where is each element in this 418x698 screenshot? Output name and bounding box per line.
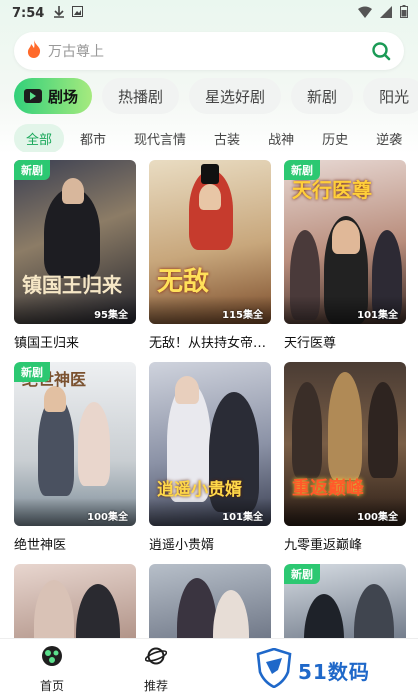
nav-label: 首页 xyxy=(39,679,64,693)
drama-card[interactable]: 镇国王归来 新剧 95集全 镇国王归来 xyxy=(14,160,136,351)
category-history[interactable]: 历史 xyxy=(310,124,360,152)
drama-title: 天行医尊 xyxy=(284,336,337,351)
poster-art-text: 无敌 xyxy=(157,267,210,297)
drama-poster: 新剧 xyxy=(284,564,406,638)
tab-theater[interactable]: 剧场 xyxy=(14,78,93,114)
drama-poster: 绝世神医 新剧 100集全 xyxy=(14,362,136,526)
drama-title: 镇国王归来 xyxy=(14,336,80,351)
drama-title: 无敌！从扶持女帝开始 xyxy=(149,336,271,351)
tab-label: 星选好剧 xyxy=(205,87,266,106)
search-input[interactable]: 万古尊上 xyxy=(48,41,370,61)
shield-logo-icon xyxy=(256,647,292,692)
new-badge: 新剧 xyxy=(14,160,50,180)
status-icons xyxy=(358,5,408,22)
drama-card[interactable] xyxy=(149,564,271,638)
new-badge: 新剧 xyxy=(14,362,50,382)
tv-icon xyxy=(24,89,42,103)
category-city[interactable]: 都市 xyxy=(68,124,118,152)
category-comeback[interactable]: 逆袭 xyxy=(364,124,414,152)
status-time: 7:54 xyxy=(12,5,45,21)
signal-icon xyxy=(380,5,392,22)
drama-grid: 镇国王归来 新剧 95集全 镇国王归来 无敌 115集全 无敌！从扶持女帝开始 … xyxy=(14,160,406,638)
drama-poster: 镇国王归来 新剧 95集全 xyxy=(14,160,136,324)
search-icon[interactable] xyxy=(370,40,392,62)
drama-card[interactable]: 重返巅峰 100集全 九零重返巅峰 xyxy=(284,362,406,553)
category-war-god[interactable]: 战神 xyxy=(256,124,306,152)
battery-icon xyxy=(400,5,408,22)
drama-card[interactable]: 无敌 115集全 无敌！从扶持女帝开始 xyxy=(149,160,271,351)
main-tabs: 剧场 热播剧 星选好剧 新剧 阳光 xyxy=(14,78,418,114)
drama-title: 逍遥小贵婿 xyxy=(149,538,215,553)
tab-label: 新剧 xyxy=(307,87,338,106)
poster-art-text: 镇国王归来 xyxy=(22,273,122,297)
drama-poster: 逍遥小贵婿 101集全 xyxy=(149,362,271,526)
home-icon xyxy=(41,645,63,671)
drama-title: 绝世神医 xyxy=(14,538,67,553)
category-all[interactable]: 全部 xyxy=(14,124,65,152)
wifi-icon xyxy=(358,6,372,22)
tab-label: 剧场 xyxy=(48,87,79,106)
drama-poster xyxy=(14,564,136,638)
tab-new[interactable]: 新剧 xyxy=(291,78,354,114)
planet-icon xyxy=(144,645,168,671)
drama-title: 九零重返巅峰 xyxy=(284,538,363,553)
episode-count: 100集全 xyxy=(87,512,128,523)
nav-recommend[interactable]: 推荐 xyxy=(126,645,186,694)
poster-art-text: 重返巅峰 xyxy=(292,478,364,499)
drama-poster: 无敌 115集全 xyxy=(149,160,271,324)
new-badge: 新剧 xyxy=(284,564,320,584)
episode-count: 115集全 xyxy=(222,310,263,321)
download-icon xyxy=(54,5,65,21)
category-tabs: 全部 都市 现代言情 古装 战神 历史 逆袭 xyxy=(14,124,418,152)
status-bar: 7:54 xyxy=(0,0,418,26)
image-notification-icon xyxy=(72,6,84,20)
category-costume[interactable]: 古装 xyxy=(202,124,252,152)
drama-poster xyxy=(149,564,271,638)
tab-label: 热播剧 xyxy=(118,87,164,106)
episode-count: 101集全 xyxy=(222,512,263,523)
tab-sunshine[interactable]: 阳光 xyxy=(363,78,418,114)
tab-label: 阳光 xyxy=(379,87,410,106)
drama-card[interactable] xyxy=(14,564,136,638)
watermark: 51数码 xyxy=(256,647,370,692)
drama-card[interactable]: 新剧 xyxy=(284,564,406,638)
tab-hot[interactable]: 热播剧 xyxy=(102,78,180,114)
drama-card[interactable]: 绝世神医 新剧 100集全 绝世神医 xyxy=(14,362,136,553)
new-badge: 新剧 xyxy=(284,160,320,180)
drama-poster: 重返巅峰 100集全 xyxy=(284,362,406,526)
search-bar[interactable]: 万古尊上 xyxy=(14,32,404,70)
drama-poster: 天行医尊 新剧 101集全 xyxy=(284,160,406,324)
episode-count: 95集全 xyxy=(94,310,128,321)
nav-label: 推荐 xyxy=(143,679,168,693)
watermark-text: 51数码 xyxy=(298,659,370,684)
category-modern-romance[interactable]: 现代言情 xyxy=(122,124,198,152)
fire-icon xyxy=(26,40,42,62)
episode-count: 101集全 xyxy=(357,310,398,321)
drama-card[interactable]: 天行医尊 新剧 101集全 天行医尊 xyxy=(284,160,406,351)
drama-card[interactable]: 逍遥小贵婿 101集全 逍遥小贵婿 xyxy=(149,362,271,553)
tab-star-picks[interactable]: 星选好剧 xyxy=(189,78,282,114)
nav-home[interactable]: 首页 xyxy=(22,645,82,694)
episode-count: 100集全 xyxy=(357,512,398,523)
poster-art-text: 逍遥小贵婿 xyxy=(157,480,242,500)
